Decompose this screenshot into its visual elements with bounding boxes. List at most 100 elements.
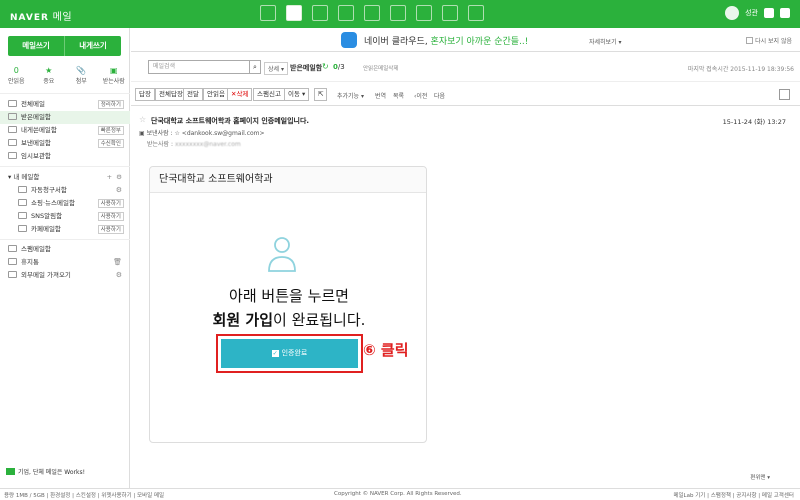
footer-left[interactable]: 용량 1MB / 5GB | 환경설정 | 스킨설정 | 위젯사용하기 | 모바… bbox=[4, 491, 164, 499]
sidebar-item-inbox[interactable]: 받은메일함 bbox=[0, 111, 130, 124]
divider bbox=[0, 166, 130, 167]
quick-unread[interactable]: 0 안읽음 bbox=[0, 66, 33, 93]
trash-icon bbox=[8, 258, 17, 265]
app-switcher bbox=[260, 5, 484, 21]
mail-date: 15-11-24 (화) 13:27 bbox=[722, 118, 786, 126]
enable-button[interactable]: 사용하기 bbox=[97, 212, 124, 221]
sidebar-item-self[interactable]: 내게쓴메일함 빠른정부 bbox=[0, 124, 130, 137]
sidebar-item-trash[interactable]: 휴지통 🗑 bbox=[0, 256, 130, 269]
mail-count: 0/3 bbox=[333, 63, 345, 71]
folder-icon bbox=[8, 139, 17, 146]
refresh-icon[interactable]: ↻ bbox=[322, 62, 329, 71]
print-icon[interactable] bbox=[779, 89, 790, 100]
mail-from: ▣ 보낸사람 : ☆ <dankook.sw@gmail.com> bbox=[139, 130, 265, 137]
quick-important[interactable]: ★ 중요 bbox=[33, 66, 66, 93]
quick-attachment[interactable]: 📎 첨부 bbox=[65, 66, 98, 93]
avatar[interactable] bbox=[725, 6, 740, 20]
schedule-app-icon[interactable] bbox=[338, 5, 354, 21]
add-folder-icon[interactable]: + ⚙ bbox=[107, 170, 122, 184]
checkbox[interactable] bbox=[746, 37, 754, 44]
sidebar-item-all-mail[interactable]: 전체메일 정리하기 bbox=[0, 98, 130, 111]
new-window-icon[interactable]: ⇱ bbox=[314, 88, 328, 101]
star-icon[interactable]: ☆ bbox=[139, 115, 146, 124]
reply-button[interactable]: 답장 bbox=[135, 88, 155, 101]
language-select[interactable]: 편위맨 ▾ bbox=[750, 473, 770, 481]
folder-icon bbox=[8, 126, 17, 133]
folder-list: 전체메일 정리하기 받은메일함 내게쓴메일함 빠른정부 보낸메일함 수신확인 임시보관… bbox=[0, 98, 130, 282]
gear-icon[interactable]: ⚙ bbox=[116, 184, 122, 197]
works-icon bbox=[6, 468, 15, 475]
search-icon[interactable]: ⌕ bbox=[249, 60, 261, 74]
sidebar-item-external[interactable]: 외부메일 가져오기 ⚙ bbox=[0, 269, 130, 282]
note-app-icon[interactable] bbox=[390, 5, 406, 21]
folder-icon bbox=[8, 152, 17, 159]
my-folders-header[interactable]: ▾ 내 메일함 + ⚙ bbox=[0, 170, 130, 184]
read-receipt-button[interactable]: 수신확인 bbox=[97, 139, 124, 148]
inbox-icon bbox=[8, 113, 17, 120]
banner-text[interactable]: 네이버 클라우드, 혼자보기 아까운 순간들..! bbox=[364, 34, 528, 47]
footer-copyright: Copyright © NAVER Corp. All Rights Reser… bbox=[334, 491, 462, 497]
write-to-me-button[interactable]: 내게쓰기 bbox=[65, 36, 121, 56]
spam-report-button[interactable]: 스팸신고 bbox=[253, 88, 285, 101]
promo-banner: 네이버 클라우드, 혼자보기 아까운 순간들..! 자세히보기 ▾ 다시 보지 … bbox=[131, 28, 800, 52]
sidebar-item-drafts[interactable]: 임시보관함 bbox=[0, 150, 130, 163]
user-icon bbox=[268, 237, 296, 272]
compose-button[interactable]: 메일쓰기 bbox=[8, 36, 65, 56]
forward-button[interactable]: 전달 bbox=[183, 88, 203, 101]
sidebar-item-spam[interactable]: 스팸메일함 bbox=[0, 243, 130, 256]
compose-group: 메일쓰기 내게쓰기 bbox=[8, 36, 121, 56]
star-icon: ★ bbox=[45, 66, 53, 75]
sidebar-item-sns[interactable]: SNS알림함 사용하기 bbox=[0, 210, 130, 223]
sidebar-item-shopping[interactable]: 쇼핑·뉴스메일함 사용하기 bbox=[0, 197, 130, 210]
gear-icon[interactable]: ⚙ bbox=[116, 269, 122, 282]
bell-icon[interactable] bbox=[764, 8, 774, 18]
chart-app-icon[interactable] bbox=[468, 5, 484, 21]
last-login: 마지막 접속시간 2015-11-19 18:39:56 bbox=[687, 66, 794, 73]
memo-app-icon[interactable] bbox=[364, 5, 380, 21]
sidebar-item-sent[interactable]: 보낸메일함 수신확인 bbox=[0, 137, 130, 150]
mail-app-icon[interactable] bbox=[286, 5, 302, 21]
folder-title: 받은메일함 bbox=[290, 64, 323, 72]
verification-card: 단국대학교 소프트웨어학과 아래 버튼을 누르면 회원 가입이 완료됩니다. ✓… bbox=[149, 166, 427, 443]
enable-button[interactable]: 사용하기 bbox=[97, 225, 124, 234]
empty-trash-icon[interactable]: 🗑 bbox=[113, 256, 122, 269]
search-input[interactable]: 메일검색 bbox=[148, 60, 250, 74]
banner-more-link[interactable]: 자세히보기 ▾ bbox=[589, 37, 622, 46]
verify-complete-button[interactable]: ✓ 인증완료 bbox=[216, 334, 363, 373]
spam-icon bbox=[8, 245, 17, 252]
sidebar-item-bills[interactable]: 자동청구서함 ⚙ bbox=[0, 184, 130, 197]
contacts-app-icon[interactable] bbox=[312, 5, 328, 21]
mark-unread-button[interactable]: 안읽음 bbox=[203, 88, 229, 101]
banner-dismiss[interactable]: 다시 보지 않음 bbox=[746, 36, 792, 45]
cloud-app-icon[interactable] bbox=[416, 5, 432, 21]
card-header: 단국대학교 소프트웨어학과 bbox=[150, 167, 426, 193]
office-app-icon[interactable] bbox=[442, 5, 458, 21]
enable-button[interactable]: 사용하기 bbox=[97, 199, 124, 208]
detail-search-button[interactable]: 상세 ▾ bbox=[264, 62, 288, 75]
quick-view-button[interactable]: 빠른정부 bbox=[97, 126, 124, 135]
next-link[interactable]: 다음 bbox=[434, 91, 445, 100]
translate-link[interactable]: 번역 bbox=[375, 91, 386, 100]
footer-right[interactable]: 메일Lab 기기 | 스팸정책 | 공지사항 | 메일 고객센터 bbox=[673, 491, 794, 499]
works-promo[interactable]: 기업, 단체 메일은 Works! bbox=[6, 466, 126, 480]
cleanup-button[interactable]: 정리하기 bbox=[97, 100, 124, 109]
mail-subject: 단국대학교 소프트웨어학과 홈페이지 인증메일입니다. bbox=[151, 117, 310, 125]
menu-icon[interactable] bbox=[780, 8, 790, 18]
list-link[interactable]: 목록 bbox=[393, 91, 404, 100]
calendar-app-icon[interactable] bbox=[260, 5, 276, 21]
more-actions[interactable]: 추가기능 ▾ bbox=[337, 91, 364, 100]
quick-recipient[interactable]: ▣ 받는사람 bbox=[98, 66, 131, 93]
delete-button[interactable]: ✕삭제 bbox=[227, 88, 253, 101]
attachment-icon: 📎 bbox=[76, 66, 87, 75]
folder-icon bbox=[18, 199, 27, 206]
move-button[interactable]: 이동 ▾ bbox=[284, 88, 310, 101]
delete-unread-link[interactable]: 안읽은메일삭제 bbox=[363, 64, 398, 72]
naver-logo[interactable]: NAVER 메일 bbox=[10, 8, 72, 23]
divider bbox=[0, 239, 130, 240]
prev-link[interactable]: ‹이전 bbox=[414, 91, 427, 100]
user-area: 성관 bbox=[725, 6, 790, 20]
sidebar-item-cafe[interactable]: 카페메일함 사용하기 bbox=[0, 223, 130, 236]
user-name[interactable]: 성관 bbox=[745, 8, 758, 18]
recipient-icon: ▣ bbox=[109, 66, 118, 75]
cloud-icon bbox=[341, 32, 357, 48]
